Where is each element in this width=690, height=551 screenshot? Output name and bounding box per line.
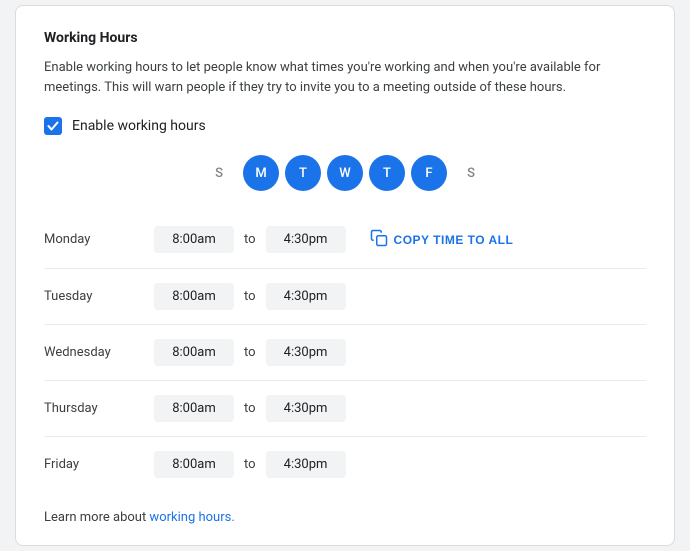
copy-time-button[interactable]: COPY TIME TO ALL <box>362 225 522 254</box>
end-time-wednesday[interactable]: 4:30pm <box>266 339 346 366</box>
footer-link[interactable]: working hours. <box>149 510 234 525</box>
day-name-friday: Friday <box>44 457 154 472</box>
footer-text: Learn more about <box>44 510 149 525</box>
enable-checkbox[interactable] <box>44 117 62 135</box>
schedule-row: Friday8:00am to 4:30pm <box>44 441 646 488</box>
schedule-row: Tuesday8:00am to 4:30pm <box>44 273 646 320</box>
day-name-wednesday: Wednesday <box>44 345 154 360</box>
start-time-monday[interactable]: 8:00am <box>154 226 234 253</box>
day-circle-s1[interactable]: S <box>201 155 237 191</box>
start-time-tuesday[interactable]: 8:00am <box>154 283 234 310</box>
end-time-tuesday[interactable]: 4:30pm <box>266 283 346 310</box>
schedule-list: Monday8:00amto4:30pm COPY TIME TO ALLTue… <box>44 215 646 488</box>
working-hours-card: Working Hours Enable working hours to le… <box>15 5 675 546</box>
row-divider <box>44 324 646 325</box>
start-time-thursday[interactable]: 8:00am <box>154 395 234 422</box>
enable-label: Enable working hours <box>72 118 206 134</box>
row-divider <box>44 436 646 437</box>
footer: Learn more about working hours. <box>44 510 646 525</box>
day-circle-w[interactable]: W <box>327 155 363 191</box>
to-label: to <box>244 457 256 472</box>
end-time-thursday[interactable]: 4:30pm <box>266 395 346 422</box>
row-divider <box>44 268 646 269</box>
to-label: to <box>244 401 256 416</box>
enable-row: Enable working hours <box>44 117 646 135</box>
schedule-row: Wednesday8:00am to 4:30pm <box>44 329 646 376</box>
schedule-row: Thursday8:00am to 4:30pm <box>44 385 646 432</box>
start-time-wednesday[interactable]: 8:00am <box>154 339 234 366</box>
section-title: Working Hours <box>44 30 646 46</box>
end-time-monday[interactable]: 4:30pm <box>266 226 346 253</box>
description-text: Enable working hours to let people know … <box>44 58 646 97</box>
day-circle-f[interactable]: F <box>411 155 447 191</box>
days-selector: SMTWTFS <box>44 155 646 191</box>
day-circle-m[interactable]: M <box>243 155 279 191</box>
to-label: to <box>244 289 256 304</box>
day-name-thursday: Thursday <box>44 401 154 416</box>
end-time-friday[interactable]: 4:30pm <box>266 451 346 478</box>
day-circle-t1[interactable]: T <box>285 155 321 191</box>
to-label: to <box>244 345 256 360</box>
copy-icon <box>370 229 388 250</box>
day-name-monday: Monday <box>44 232 154 247</box>
day-circle-t2[interactable]: T <box>369 155 405 191</box>
day-name-tuesday: Tuesday <box>44 289 154 304</box>
schedule-row: Monday8:00am to 4:30pm COPY TIME TO ALL <box>44 215 646 264</box>
day-circle-s2[interactable]: S <box>453 155 489 191</box>
copy-time-label: COPY TIME TO ALL <box>394 233 514 247</box>
to-label: to <box>244 232 256 247</box>
start-time-friday[interactable]: 8:00am <box>154 451 234 478</box>
row-divider <box>44 380 646 381</box>
